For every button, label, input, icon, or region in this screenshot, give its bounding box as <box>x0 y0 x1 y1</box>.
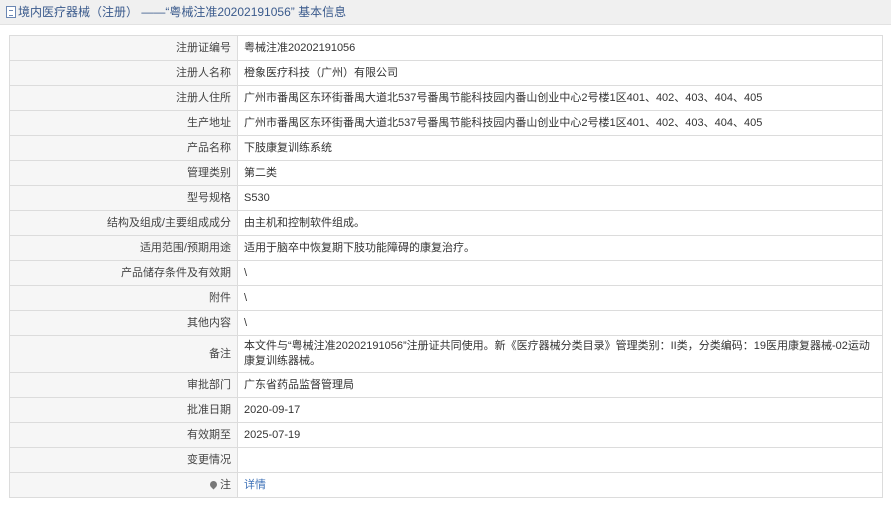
table-row: 批准日期 2020-09-17 <box>9 397 883 423</box>
field-label: 有效期至 <box>9 422 238 448</box>
field-value: 由主机和控制软件组成。 <box>237 210 883 236</box>
field-label: 适用范围/预期用途 <box>9 235 238 261</box>
field-label: 生产地址 <box>9 110 238 136</box>
map-pin-icon <box>208 479 219 489</box>
field-label: 产品储存条件及有效期 <box>9 260 238 286</box>
table-row: 附件 \ <box>9 285 883 311</box>
field-value: 粤械注准20202191056 <box>237 35 883 61</box>
field-value: 橙象医疗科技（广州）有限公司 <box>237 60 883 86</box>
field-value: 广州市番禺区东环街番禺大道北537号番禺节能科技园内番山创业中心2号楼1区401… <box>237 85 883 111</box>
field-value: 广东省药品监督管理局 <box>237 372 883 398</box>
table-row: 备注 本文件与“粤械注准20202191056”注册证共同使用。新《医疗器械分类… <box>9 335 883 373</box>
document-icon <box>6 6 16 18</box>
field-label: 其他内容 <box>9 310 238 336</box>
field-value: 适用于脑卒中恢复期下肢功能障碍的康复治疗。 <box>237 235 883 261</box>
table-row: 注 详情 <box>9 472 883 498</box>
table-row: 型号规格 S530 <box>9 185 883 211</box>
details-link[interactable]: 详情 <box>244 479 266 491</box>
note-value: 详情 <box>237 472 883 498</box>
table-row: 结构及组成/主要组成成分 由主机和控制软件组成。 <box>9 210 883 236</box>
field-value: \ <box>237 260 883 286</box>
page-title-text: 境内医疗器械（注册） ——“粤械注准20202191056” 基本信息 <box>18 5 347 19</box>
table-row: 管理类别 第二类 <box>9 160 883 186</box>
table-row: 其他内容 \ <box>9 310 883 336</box>
field-label: 注册人住所 <box>9 85 238 111</box>
field-label: 变更情况 <box>9 447 238 473</box>
table-row: 注册人名称 橙象医疗科技（广州）有限公司 <box>9 60 883 86</box>
table-row: 注册人住所 广州市番禺区东环街番禺大道北537号番禺节能科技园内番山创业中心2号… <box>9 85 883 111</box>
field-label: 审批部门 <box>9 372 238 398</box>
table-row: 生产地址 广州市番禺区东环街番禺大道北537号番禺节能科技园内番山创业中心2号楼… <box>9 110 883 136</box>
field-label: 附件 <box>9 285 238 311</box>
field-value: 广州市番禺区东环街番禺大道北537号番禺节能科技园内番山创业中心2号楼1区401… <box>237 110 883 136</box>
field-value: \ <box>237 285 883 311</box>
field-value: 本文件与“粤械注准20202191056”注册证共同使用。新《医疗器械分类目录》… <box>237 335 883 373</box>
note-label: 注 <box>9 472 238 498</box>
field-label: 注册证编号 <box>9 35 238 61</box>
registration-info-table: 注册证编号 粤械注准20202191056 注册人名称 橙象医疗科技（广州）有限… <box>9 35 883 498</box>
field-value: 下肢康复训练系统 <box>237 135 883 161</box>
field-value: \ <box>237 310 883 336</box>
field-value: 2025-07-19 <box>237 422 883 448</box>
field-label: 注册人名称 <box>9 60 238 86</box>
field-label: 批准日期 <box>9 397 238 423</box>
table-row: 适用范围/预期用途 适用于脑卒中恢复期下肢功能障碍的康复治疗。 <box>9 235 883 261</box>
field-label: 备注 <box>9 335 238 373</box>
field-label: 管理类别 <box>9 160 238 186</box>
field-value: S530 <box>237 185 883 211</box>
field-label: 型号规格 <box>9 185 238 211</box>
field-value: 2020-09-17 <box>237 397 883 423</box>
table-row: 注册证编号 粤械注准20202191056 <box>9 35 883 61</box>
field-value <box>237 447 883 473</box>
field-value: 第二类 <box>237 160 883 186</box>
field-label: 产品名称 <box>9 135 238 161</box>
table-row: 产品名称 下肢康复训练系统 <box>9 135 883 161</box>
page-title: 境内医疗器械（注册） ——“粤械注准20202191056” 基本信息 <box>6 4 346 20</box>
table-row: 产品储存条件及有效期 \ <box>9 260 883 286</box>
field-label: 结构及组成/主要组成成分 <box>9 210 238 236</box>
note-label-text: 注 <box>220 478 231 491</box>
table-row: 审批部门 广东省药品监督管理局 <box>9 372 883 398</box>
table-row: 有效期至 2025-07-19 <box>9 422 883 448</box>
table-row: 变更情况 <box>9 447 883 473</box>
title-bar: 境内医疗器械（注册） ——“粤械注准20202191056” 基本信息 <box>0 0 891 25</box>
